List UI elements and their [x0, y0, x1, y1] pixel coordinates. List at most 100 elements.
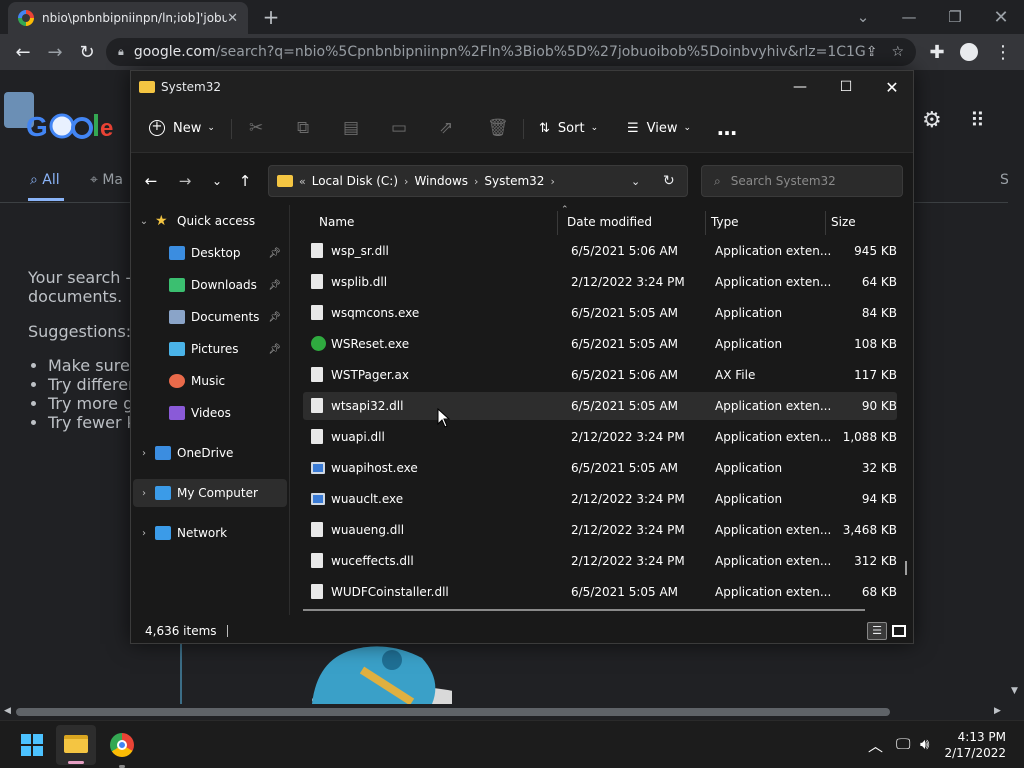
column-date[interactable]: Date modified: [567, 215, 652, 229]
restore-browser-button[interactable]: ❐: [942, 4, 968, 30]
breadcrumb-system32[interactable]: System32: [484, 174, 544, 188]
nav-item-network[interactable]: › Network: [133, 519, 287, 547]
navigation-pane-divider[interactable]: [289, 205, 290, 615]
taskbar-chrome-icon[interactable]: [110, 733, 134, 768]
network-monitor-icon[interactable]: 🖵︎: [896, 735, 910, 753]
delete-icon[interactable]: 🗑︎: [487, 113, 509, 143]
breadcrumb-overflow[interactable]: «: [299, 175, 306, 188]
extensions-puzzle-icon[interactable]: ✚: [922, 34, 952, 70]
nav-item-pictures[interactable]: Pictures 📌︎: [133, 335, 287, 363]
sort-button[interactable]: ⇅ Sort ⌄: [539, 113, 598, 143]
taskbar-file-explorer-icon[interactable]: [56, 725, 96, 765]
file-row[interactable]: WSReset.exe 6/5/2021 5:05 AM Application 10…: [303, 330, 897, 358]
start-windows-icon[interactable]: [20, 733, 44, 757]
profile-avatar-icon[interactable]: [954, 34, 984, 70]
view-button[interactable]: ☰ View ⌄: [627, 113, 691, 143]
explorer-forward-button[interactable]: →: [171, 167, 199, 195]
scroll-right-arrow-icon[interactable]: ▶: [994, 706, 1001, 716]
share-icon[interactable]: ⇪: [866, 44, 878, 60]
browser-tab[interactable]: nbio\pnbnbipniinpn/ln;iob]'jobuoibob ✕: [8, 2, 248, 34]
page-vertical-scrollbar[interactable]: ▼: [1008, 70, 1024, 704]
forward-button[interactable]: →: [40, 34, 70, 70]
scroll-down-arrow-icon[interactable]: ▼: [1011, 686, 1018, 696]
file-row[interactable]: wsp_sr.dll 6/5/2021 5:06 AM Application ex…: [303, 237, 897, 265]
explorer-address-bar[interactable]: « Local Disk (C:) › Windows › System32 ›…: [268, 165, 688, 197]
tray-overflow-chevron-icon[interactable]: ︿: [868, 735, 883, 756]
google-settings-gear-icon[interactable]: ⚙: [922, 108, 942, 133]
nav-item-my-computer[interactable]: › My Computer: [133, 479, 287, 507]
google-apps-grid-icon[interactable]: ⠿: [970, 108, 985, 132]
nav-item-music[interactable]: Music: [133, 367, 287, 395]
reload-button[interactable]: ↻: [72, 34, 102, 70]
copy-icon[interactable]: ⧉: [297, 113, 309, 143]
scroll-left-arrow-icon[interactable]: ◀: [4, 706, 11, 716]
nav-item-documents[interactable]: Documents 📌︎: [133, 303, 287, 331]
tiles-view-toggle[interactable]: [889, 622, 909, 640]
expand-chevron-icon[interactable]: ›: [133, 448, 155, 459]
nav-item-desktop[interactable]: Desktop 📌︎: [133, 239, 287, 267]
close-browser-button[interactable]: ✕: [988, 4, 1014, 30]
bookmark-star-icon[interactable]: ☆: [891, 44, 904, 60]
tab-close-icon[interactable]: ✕: [227, 11, 238, 26]
google-tab-settings[interactable]: S: [1000, 172, 1008, 188]
new-tab-button[interactable]: +: [258, 4, 284, 30]
explorer-maximize-button[interactable]: ☐: [823, 71, 869, 103]
nav-item-videos[interactable]: Videos: [133, 399, 287, 427]
page-horizontal-scrollbar[interactable]: ◀ ▶: [0, 704, 1008, 720]
explorer-close-button[interactable]: ✕: [869, 71, 915, 103]
rename-icon[interactable]: ▭: [391, 113, 407, 143]
file-row[interactable]: WSTPager.ax 6/5/2021 5:06 AM AX File 117 KB: [303, 361, 897, 389]
page-horizontal-scroll-thumb[interactable]: [16, 708, 890, 716]
explorer-back-button[interactable]: ←: [137, 167, 165, 195]
column-size[interactable]: Size: [831, 215, 856, 229]
refresh-icon[interactable]: ↻: [663, 173, 675, 189]
breadcrumb-chevron-icon[interactable]: ›: [404, 175, 408, 188]
up-folder-button[interactable]: ↑: [231, 167, 259, 195]
recent-locations-chevron-icon[interactable]: ⌄: [203, 167, 231, 195]
minimize-browser-button[interactable]: —: [896, 4, 922, 30]
column-divider[interactable]: [705, 211, 706, 235]
explorer-minimize-button[interactable]: —: [777, 71, 823, 103]
google-tab-maps[interactable]: ⌖ Ma: [90, 172, 123, 188]
expand-chevron-icon[interactable]: ›: [133, 488, 155, 499]
details-view-toggle[interactable]: ☰: [867, 622, 887, 640]
browser-menu-icon[interactable]: ⋮: [988, 34, 1018, 70]
back-button[interactable]: ←: [8, 34, 38, 70]
address-history-chevron-icon[interactable]: ⌄: [631, 175, 640, 188]
column-name[interactable]: Name: [319, 215, 354, 229]
column-divider[interactable]: [557, 211, 558, 235]
file-row[interactable]: wsplib.dll 2/12/2022 3:24 PM Application e…: [303, 268, 897, 296]
column-divider[interactable]: [825, 211, 826, 235]
file-row[interactable]: wuauclt.exe 2/12/2022 3:24 PM Application 9…: [303, 485, 897, 513]
file-row[interactable]: wtsapi32.dll 6/5/2021 5:05 AM Application …: [303, 392, 897, 420]
file-row[interactable]: wuceffects.dll 2/12/2022 3:24 PM Applicati…: [303, 547, 897, 575]
google-tab-all[interactable]: ⌕ All: [30, 172, 60, 188]
nav-item-onedrive[interactable]: › OneDrive: [133, 439, 287, 467]
file-row[interactable]: wsqmcons.exe 6/5/2021 5:05 AM Application 8…: [303, 299, 897, 327]
explorer-search-box[interactable]: ⌕: [701, 165, 903, 197]
breadcrumb-chevron-icon[interactable]: ›: [474, 175, 478, 188]
new-button[interactable]: + New ⌄: [149, 113, 215, 143]
file-list-horizontal-scroll-thumb[interactable]: [303, 609, 865, 611]
system-clock[interactable]: 4:13 PM 2/17/2022: [944, 729, 1006, 761]
volume-speaker-icon[interactable]: 🔊︎: [920, 735, 929, 753]
file-list-scroll-thumb[interactable]: [905, 561, 907, 575]
breadcrumb-windows[interactable]: Windows: [414, 174, 468, 188]
file-row[interactable]: wuapihost.exe 6/5/2021 5:05 AM Application…: [303, 454, 897, 482]
file-row[interactable]: wuapi.dll 2/12/2022 3:24 PM Application ex…: [303, 423, 897, 451]
file-row[interactable]: WUDFCoinstaller.dll 6/5/2021 5:05 AM Appli…: [303, 578, 897, 606]
address-bar[interactable]: 🔒︎ google.com /search?q=nbio%5Cpnbnbipni…: [106, 38, 916, 66]
column-type[interactable]: Type: [711, 215, 739, 229]
file-row[interactable]: wuaueng.dll 2/12/2022 3:24 PM Application …: [303, 516, 897, 544]
expand-chevron-icon[interactable]: ›: [133, 528, 155, 539]
share-icon[interactable]: ⇗: [439, 113, 453, 143]
tab-search-chevron-icon[interactable]: ⌄: [850, 4, 876, 30]
more-options-button[interactable]: …: [717, 113, 737, 143]
breadcrumb-chevron-icon[interactable]: ›: [550, 175, 554, 188]
expand-chevron-icon[interactable]: ⌄: [133, 216, 155, 227]
nav-item-quick-access[interactable]: ⌄ ★ Quick access: [133, 207, 287, 235]
explorer-search-input[interactable]: [730, 174, 891, 188]
breadcrumb-local-disk[interactable]: Local Disk (C:): [312, 174, 398, 188]
nav-item-downloads[interactable]: Downloads 📌︎: [133, 271, 287, 299]
paste-icon[interactable]: ▤: [343, 113, 359, 143]
